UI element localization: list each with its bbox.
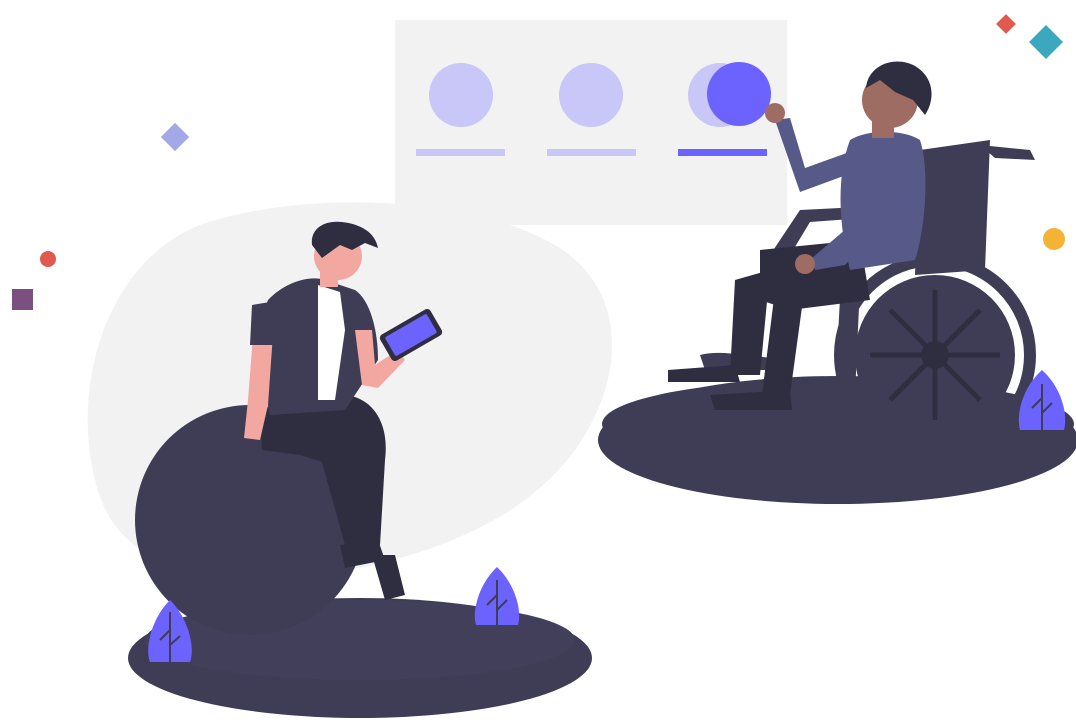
right-person-hand-2 (795, 254, 815, 274)
leaf-icon-left-right (474, 567, 520, 625)
option-underline-selected (678, 149, 767, 156)
ui-panel (395, 20, 787, 225)
right-person-shoe-1 (668, 365, 740, 382)
illustration-canvas (12, 14, 1076, 718)
dot-icon (1043, 228, 1065, 250)
right-person-hand (765, 103, 785, 123)
wheelchair-back (915, 140, 990, 275)
dot-icon (40, 251, 56, 267)
diamond-icon (996, 14, 1016, 34)
option-circle-selected-icon (707, 62, 771, 126)
option-underline (416, 149, 505, 156)
option-underline (547, 149, 636, 156)
wheelchair-hub (921, 341, 949, 369)
option-circle-icon (559, 63, 623, 127)
accessibility-illustration (0, 0, 1076, 725)
square-icon (12, 289, 33, 310)
option-circle-icon (429, 63, 493, 127)
left-person-sleeve (250, 300, 282, 345)
diamond-icon (160, 122, 190, 152)
left-person-shoe-2 (372, 555, 405, 600)
diamond-icon (1029, 25, 1063, 59)
